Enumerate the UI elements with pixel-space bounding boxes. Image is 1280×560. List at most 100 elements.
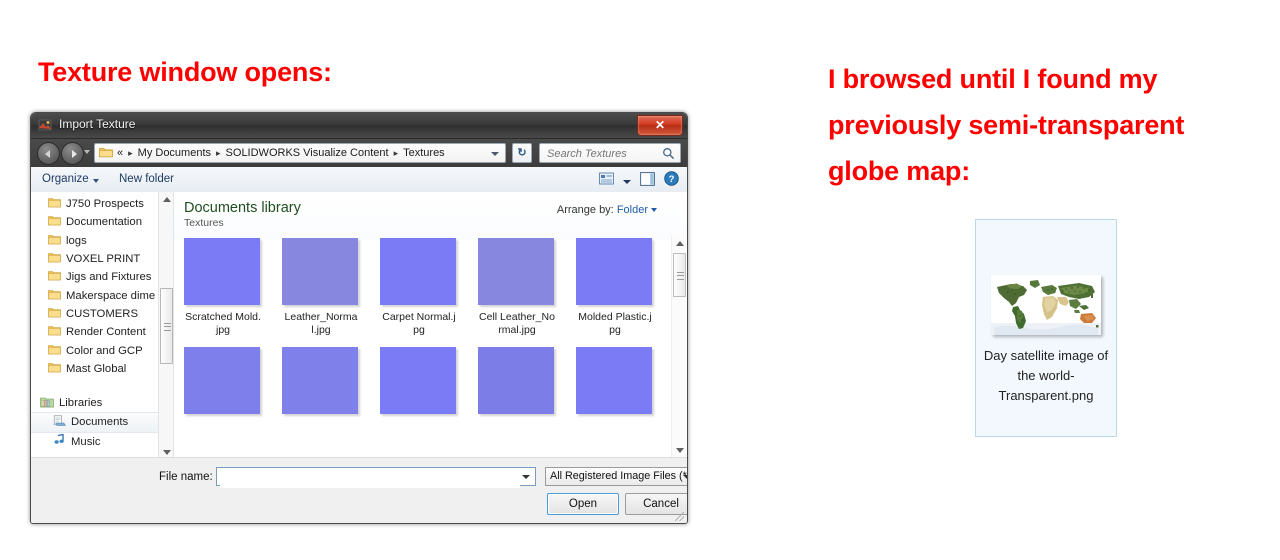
command-bar: Organize New folder ? <box>31 167 687 194</box>
forward-arrow-icon <box>71 149 77 158</box>
library-header: Documents library Textures Arrange by: F… <box>174 192 687 240</box>
chevron-down-icon[interactable] <box>683 475 687 479</box>
sidebar-item-documents[interactable]: Documents <box>31 412 173 433</box>
sidebar-item-voxel-print[interactable]: VOXEL PRINT <box>31 250 173 268</box>
new-folder-button[interactable]: New folder <box>119 173 174 185</box>
libraries-icon <box>40 396 54 411</box>
sidebar-item-label: Render Content <box>66 326 146 339</box>
sidebar-item-label: CUSTOMERS <box>66 307 138 320</box>
folder-icon <box>99 146 113 161</box>
normal-map-thumbnail <box>576 347 652 414</box>
sidebar-group-libraries[interactable]: Libraries <box>31 394 173 412</box>
sidebar-item-documentation[interactable]: Documentation <box>31 213 173 231</box>
forward-button[interactable] <box>61 142 84 165</box>
arrange-by-value[interactable]: Folder <box>617 204 648 216</box>
back-button[interactable] <box>37 142 60 165</box>
close-icon[interactable]: ✕ <box>637 115 683 136</box>
scroll-up-arrow-icon[interactable] <box>672 236 687 251</box>
scroll-up-arrow-icon[interactable] <box>159 192 173 207</box>
breadcrumb-root[interactable]: « <box>116 147 124 159</box>
sidebar-item-music[interactable]: Music <box>31 433 173 451</box>
sidebar-item-jigs-and-fixtures[interactable]: Jigs and Fixtures <box>31 268 173 286</box>
folder-icon <box>48 270 61 284</box>
file-list-scrollbar-thumb[interactable] <box>673 253 686 297</box>
documents-icon <box>53 415 66 430</box>
normal-map-thumbnail <box>282 347 358 414</box>
sidebar-folder-list: J750 Prospects Documentation logs VOXEL … <box>31 192 173 451</box>
search-input[interactable] <box>545 144 659 164</box>
sidebar-scrollbar-thumb[interactable] <box>160 288 173 364</box>
breadcrumb-my-documents[interactable]: My Documents <box>137 147 212 159</box>
file-name-label: Cell Leather_Normal.jpg <box>479 311 555 336</box>
file-tile[interactable]: Leather_Normal.jpg <box>282 238 360 336</box>
resize-grip-icon[interactable] <box>675 512 684 521</box>
refresh-icon: ↻ <box>517 147 527 159</box>
chevron-down-icon[interactable] <box>623 172 631 190</box>
file-name-combobox[interactable] <box>216 467 536 488</box>
file-tile[interactable]: Cell Leather_Normal.jpg <box>478 238 556 336</box>
import-texture-dialog: Import Texture ✕ « ▸ My Documents ▸ SOLI… <box>30 112 688 524</box>
heading-browsed-globe-map: I browsed until I found my previously se… <box>828 64 1185 186</box>
file-name-label: File name: <box>159 471 213 483</box>
navigation-sidebar[interactable]: J750 Prospects Documentation logs VOXEL … <box>31 192 174 460</box>
file-type-filter-dropdown[interactable]: All Registered Image Files (* <box>545 467 687 486</box>
file-tile[interactable] <box>380 347 458 414</box>
heading-texture-window: Texture window opens: <box>38 57 332 87</box>
sidebar-scrollbar[interactable] <box>158 192 173 460</box>
back-arrow-icon <box>44 149 50 158</box>
chevron-down-icon[interactable] <box>491 152 499 156</box>
command-bar-icons: ? <box>599 171 679 191</box>
preview-pane-icon[interactable] <box>640 171 655 191</box>
breadcrumb-textures[interactable]: Textures <box>402 147 446 159</box>
folder-icon <box>48 325 61 339</box>
file-tile[interactable]: Molded Plastic.jpg <box>576 238 654 336</box>
folder-icon <box>48 252 61 266</box>
file-tile[interactable] <box>282 347 360 414</box>
history-dropdown-icon[interactable] <box>84 150 90 154</box>
normal-map-thumbnail <box>380 347 456 414</box>
file-list-scrollbar[interactable] <box>671 236 686 458</box>
file-grid-row <box>184 347 669 414</box>
help-icon[interactable]: ? <box>664 171 679 191</box>
file-name-label: Carpet Normal.jpg <box>382 311 456 336</box>
file-tile[interactable]: Carpet Normal.jpg <box>380 238 458 336</box>
dialog-titlebar[interactable]: Import Texture ✕ <box>31 113 687 139</box>
breadcrumb-separator-icon: ▸ <box>128 147 133 158</box>
organize-button[interactable]: Organize <box>42 173 89 185</box>
address-bar[interactable]: « ▸ My Documents ▸ SOLIDWORKS Visualize … <box>94 143 506 163</box>
open-button[interactable]: Open <box>547 493 619 515</box>
chevron-down-icon[interactable] <box>93 179 99 183</box>
file-tile[interactable]: Scratched Mold.jpg <box>184 238 262 336</box>
file-tile[interactable] <box>478 347 556 414</box>
arrange-by-control[interactable]: Arrange by: Folder <box>557 204 657 216</box>
navigation-bar: « ▸ My Documents ▸ SOLIDWORKS Visualize … <box>31 139 687 167</box>
sidebar-item-label: Documentation <box>66 216 142 229</box>
sidebar-item-color-and-gcp[interactable]: Color and GCP <box>31 341 173 359</box>
scroll-down-arrow-icon[interactable] <box>672 443 687 458</box>
breadcrumb-solidworks-visualize-content[interactable]: SOLIDWORKS Visualize Content <box>225 147 390 159</box>
file-type-filter-value: All Registered Image Files (* <box>550 470 687 482</box>
sidebar-item-render-content[interactable]: Render Content <box>31 323 173 341</box>
normal-map-thumbnail <box>478 347 554 414</box>
file-name-input[interactable] <box>220 468 520 488</box>
sidebar-item-label: VOXEL PRINT <box>66 253 141 266</box>
sidebar-item-j750-prospects[interactable]: J750 Prospects <box>31 195 173 213</box>
sidebar-item-mast-global[interactable]: Mast Global <box>31 360 173 378</box>
folder-icon <box>48 344 61 358</box>
search-box[interactable] <box>539 143 681 164</box>
chevron-down-icon[interactable] <box>522 475 530 479</box>
file-tile[interactable] <box>576 347 654 414</box>
sidebar-item-logs[interactable]: logs <box>31 232 173 250</box>
view-mode-icon[interactable] <box>599 172 614 190</box>
sidebar-item-customers[interactable]: CUSTOMERS <box>31 305 173 323</box>
sidebar-item-label: J750 Prospects <box>66 198 144 211</box>
selected-file-name: Day satellite image of the world-Transpa… <box>983 348 1109 403</box>
file-tile[interactable] <box>184 347 262 414</box>
chevron-down-icon[interactable] <box>651 208 657 213</box>
selected-file-card[interactable]: Day satellite image of the world-Transpa… <box>975 219 1117 437</box>
sidebar-item-label: logs <box>66 234 87 247</box>
sidebar-item-makerspace-dime[interactable]: Makerspace dime <box>31 286 173 304</box>
import-texture-icon <box>38 118 53 133</box>
refresh-button[interactable]: ↻ <box>512 143 532 163</box>
